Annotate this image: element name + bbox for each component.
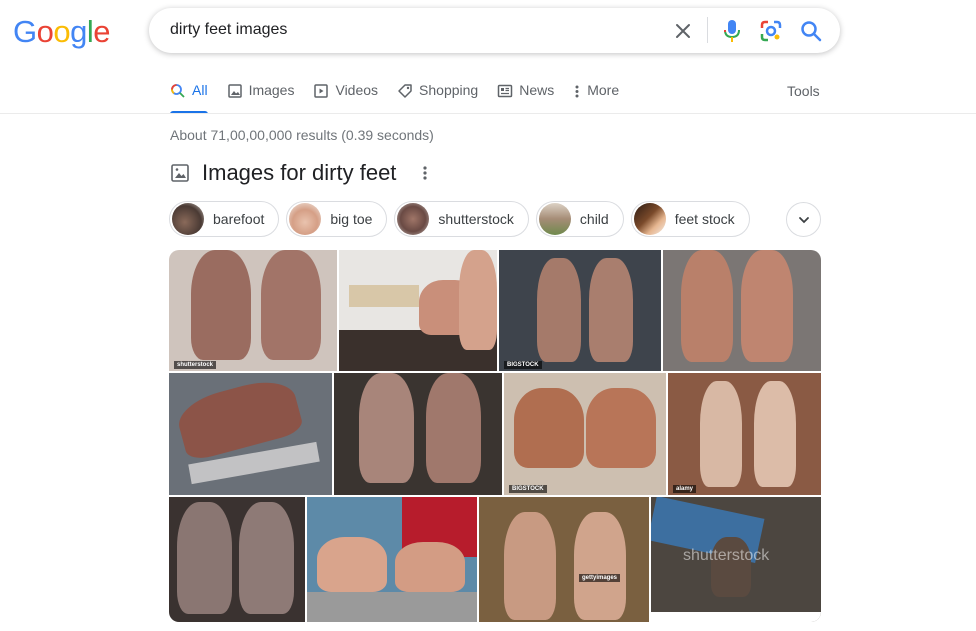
play-icon [314,84,329,98]
search-tabs: All Images Videos Shopping News More [170,82,638,114]
foot-shape [459,250,497,350]
image-result[interactable]: shutterstock [651,497,821,622]
tab-shopping[interactable]: Shopping [397,82,478,113]
google-logo[interactable]: Google [13,14,111,50]
tab-images[interactable]: Images [227,82,295,113]
foot-shape [586,388,656,468]
lens-icon[interactable] [759,19,783,43]
image-icon [227,84,242,98]
watermark: shutterstock [174,361,217,369]
news-icon [497,84,513,98]
foot-shape [177,502,232,614]
chip-big-toe[interactable]: big toe [286,201,388,237]
chip-child[interactable]: child [535,201,624,237]
image-result[interactable]: shutterstock [169,250,337,371]
tab-label: All [192,82,208,98]
tab-label: More [587,82,620,98]
image-icon [171,164,189,182]
tag-icon [398,84,412,98]
chip-thumbnail [172,203,204,235]
watermark: alamy [673,485,697,493]
chip-label: big toe [330,211,373,227]
foot-shape [261,250,321,360]
chip-label: feet stock [674,211,735,227]
divider [707,17,708,43]
foot-shape [191,250,251,360]
image-result[interactable] [334,373,502,495]
image-result[interactable]: BIGSTOCK [504,373,666,495]
images-section-title: Images for dirty feet [202,160,397,185]
foot-shape [426,373,481,483]
microphone-icon[interactable] [720,19,744,43]
logo-letter: o [53,14,71,49]
image-result[interactable]: gettyimages [479,497,649,622]
watermark-overlay: shutterstock [683,547,770,564]
image-result[interactable] [339,250,497,371]
foot-shape [589,258,633,362]
logo-letter: G [13,14,37,49]
chip-thumbnail [538,203,571,235]
tab-news[interactable]: News [497,82,554,113]
logo-letter: g [70,14,87,49]
foot-shape [754,381,796,487]
image-result[interactable]: BIGSTOCK [499,250,661,371]
foot-shape [359,373,414,483]
watermark: BIGSTOCK [504,361,542,369]
tab-all[interactable]: All [170,82,208,114]
result-stats: About 71,00,00,000 results (0.39 seconds… [170,127,434,143]
tab-more[interactable]: More [573,82,619,113]
watermark: gettyimages [579,574,621,582]
tab-label: Shopping [419,82,479,98]
watermark: BIGSTOCK [509,485,547,493]
foot-shape [537,258,581,362]
tools-button[interactable]: Tools [787,83,820,99]
box-shape [349,285,419,307]
foot-shape [700,381,742,487]
refinement-chips: barefoot big toe shutterstock child feet… [169,201,757,237]
search-box: dirty feet images [149,8,840,53]
images-section-header: Images for dirty feet [170,160,428,186]
chip-label: barefoot [213,211,265,227]
image-result[interactable]: alamy [668,373,821,495]
logo-letter: o [36,14,54,49]
foot-shape [711,537,751,597]
foot-shape [681,250,733,362]
tab-label: News [519,82,555,98]
image-result[interactable] [169,497,305,622]
tab-label: Videos [335,82,379,98]
clear-icon[interactable] [671,19,695,43]
chip-thumbnail [397,203,430,235]
chip-label: shutterstock [438,211,514,227]
image-result[interactable] [169,373,332,495]
foot-shape [514,388,584,468]
tab-label: Images [248,82,295,98]
more-vert-icon[interactable] [422,164,428,182]
logo-letter: e [93,14,111,49]
chip-barefoot[interactable]: barefoot [169,201,280,237]
chip-feet-stock[interactable]: feet stock [630,201,750,237]
image-result[interactable] [307,497,477,622]
search-input[interactable]: dirty feet images [170,21,287,39]
expand-chips-button[interactable] [786,202,821,237]
chip-thumbnail [633,203,666,235]
foot-shape [741,250,793,362]
image-result[interactable] [663,250,821,371]
caption-strip [651,612,821,622]
foot-shape [395,542,465,592]
cloth-shape [307,592,477,622]
chip-shutterstock[interactable]: shutterstock [394,201,529,237]
chip-thumbnail [289,203,322,235]
foot-shape [574,512,626,620]
chip-label: child [579,211,609,227]
foot-shape [504,512,556,620]
foot-shape [317,537,387,592]
image-grid: shutterstock BIGSTOCK BIGSTOCK alamy get… [169,250,821,622]
search-icon[interactable] [799,19,823,43]
search-icon [171,84,185,98]
foot-shape [239,502,294,614]
divider [0,113,976,114]
tab-videos[interactable]: Videos [313,82,378,113]
chevron-down-icon [798,216,809,223]
more-vert-icon [575,85,579,98]
